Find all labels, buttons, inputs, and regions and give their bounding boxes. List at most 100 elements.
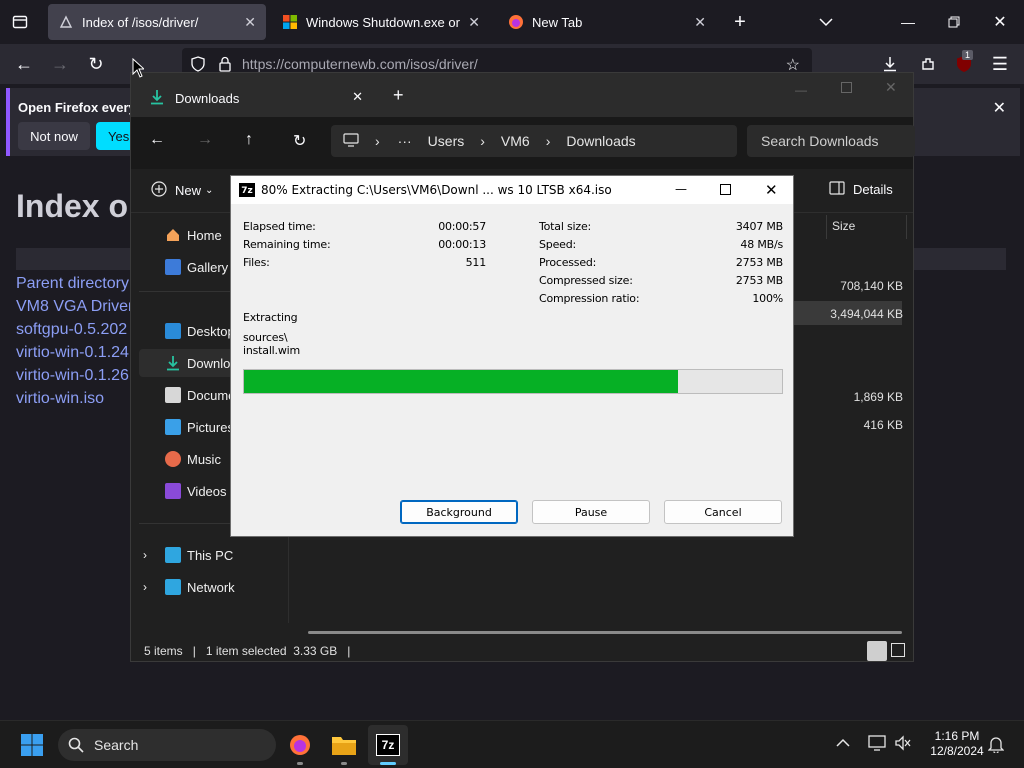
notification-bell-icon[interactable] [987, 735, 1005, 756]
address-bar[interactable]: › ··· Users › VM6 › Downloads [331, 125, 737, 157]
notification-text: Open Firefox every [18, 100, 136, 115]
breadcrumb-users[interactable]: Users [428, 133, 465, 149]
file-link[interactable]: VM8 VGA Driver [16, 295, 133, 318]
clock-date: 12/8/2024 [930, 744, 984, 758]
file-link[interactable]: virtio-win.iso [16, 387, 133, 410]
close-tab-icon[interactable]: ✕ [352, 89, 363, 105]
sidebar-label: Music [187, 451, 221, 467]
compression-ratio-label: Compression ratio: [539, 292, 640, 305]
taskbar-firefox[interactable] [280, 725, 320, 765]
clock-time: 1:16 PM [934, 729, 980, 743]
extraction-progress-bar [243, 369, 783, 394]
file-link[interactable]: softgpu-0.5.202 [16, 318, 133, 341]
clock[interactable]: 1:16 PM 12/8/2024 [920, 729, 994, 759]
ublock-icon[interactable]: 1 [948, 44, 980, 84]
explorer-tab-downloads[interactable]: Downloads ✕ [139, 79, 377, 117]
cancel-button[interactable]: Cancel [664, 500, 782, 524]
details-pane-icon [829, 181, 845, 198]
tab-index-of-isos-driver[interactable]: Index of /isos/driver/ ✕ [48, 4, 266, 40]
minimize-button[interactable]: — [795, 83, 807, 97]
list-all-tabs-icon[interactable] [810, 4, 842, 40]
firefox-icon [508, 14, 524, 30]
reload-icon[interactable]: ↻ [80, 44, 112, 84]
processed-label: Processed: [539, 256, 597, 269]
file-link[interactable]: virtio-win-0.1.26 [16, 364, 133, 387]
close-notification-icon[interactable]: ✕ [993, 98, 1006, 118]
search-input[interactable]: Search Downloads [747, 125, 915, 157]
file-link[interactable]: virtio-win-0.1.24 [16, 341, 133, 364]
close-icon[interactable]: ✕ [694, 14, 706, 31]
pause-button[interactable]: Pause [532, 500, 650, 524]
network-status-icon[interactable] [868, 735, 886, 754]
background-button[interactable]: Background [400, 500, 518, 524]
extension-badge: 1 [962, 50, 974, 60]
status-separator: | [347, 644, 351, 658]
chevron-right-icon[interactable]: › [143, 580, 147, 594]
up-icon[interactable]: ↑ [245, 131, 253, 149]
column-divider [826, 215, 827, 239]
sidebar-item-network[interactable]: › Network [139, 573, 285, 601]
current-file: install.wim [243, 344, 300, 357]
sidebar-label: Home [187, 227, 222, 243]
directory-listing: Parent directory VM8 VGA Driver softgpu-… [16, 272, 133, 410]
taskbar: Search 7z 1:16 PM 12/8/2024 [0, 720, 1024, 768]
close-button[interactable]: ✕ [765, 181, 778, 199]
forward-icon[interactable]: → [197, 131, 213, 149]
active-indicator [380, 762, 396, 765]
more-icon[interactable]: ··· [398, 133, 412, 149]
taskbar-search-box[interactable]: Search [58, 729, 276, 761]
extensions-icon[interactable] [912, 44, 944, 84]
breadcrumb-vm6[interactable]: VM6 [501, 133, 530, 149]
desktop-icon [165, 323, 181, 339]
refresh-icon[interactable]: ↻ [293, 131, 306, 151]
minimize-button[interactable]: — [892, 4, 924, 40]
sidebar-label: This PC [187, 547, 234, 563]
chevron-right-icon[interactable]: › [143, 548, 147, 562]
tab-new-tab[interactable]: New Tab ✕ [498, 4, 716, 40]
monitor-icon [343, 132, 359, 150]
size-column-header[interactable]: Size [832, 219, 855, 233]
elapsed-time-label: Elapsed time: [243, 220, 316, 233]
maximize-button[interactable] [720, 184, 731, 198]
forward-icon[interactable]: → [44, 44, 76, 84]
taskbar-file-explorer[interactable] [324, 725, 364, 765]
total-size-value: 3407 MB [735, 220, 783, 233]
tiles-view-icon[interactable] [891, 643, 905, 657]
volume-muted-icon[interactable] [894, 735, 912, 754]
tab-windows-shutdown[interactable]: Windows Shutdown.exe or shut ✕ [272, 4, 490, 40]
7zip-icon: 7z [376, 734, 400, 756]
chevron-down-icon: ⌄ [205, 185, 214, 196]
back-icon[interactable]: ← [8, 44, 40, 84]
downloads-icon [165, 355, 181, 371]
details-view-icon[interactable] [867, 641, 887, 661]
sidebar-item-this-pc[interactable]: › This PC [139, 541, 285, 569]
chevron-up-icon[interactable] [836, 735, 850, 751]
tab-title: Index of /isos/driver/ [82, 14, 199, 30]
new-tab-button[interactable]: + [393, 85, 404, 106]
breadcrumb-downloads[interactable]: Downloads [566, 133, 635, 149]
horizontal-scrollbar[interactable] [308, 631, 902, 634]
new-tab-button[interactable]: + [724, 4, 756, 40]
taskbar-7zip[interactable]: 7z [368, 725, 408, 765]
file-size: 3,494,044 KB [830, 307, 903, 321]
parent-directory-link[interactable]: Parent directory [16, 272, 133, 295]
firefox-view-icon[interactable] [4, 4, 36, 40]
details-button[interactable]: Details [829, 181, 893, 198]
close-window-button[interactable]: ✕ [885, 79, 897, 96]
restore-button[interactable] [938, 4, 970, 40]
file-size: 416 KB [863, 418, 903, 432]
not-now-button[interactable]: Not now [18, 122, 90, 150]
new-button[interactable]: New ⌄ [151, 181, 213, 200]
item-count: 5 items [144, 644, 183, 658]
back-icon[interactable]: ← [149, 131, 165, 149]
close-icon[interactable]: ✕ [244, 14, 256, 31]
windows-logo-icon [282, 14, 298, 30]
close-window-button[interactable]: ✕ [984, 4, 1016, 40]
close-icon[interactable]: ✕ [468, 14, 480, 31]
maximize-button[interactable] [841, 81, 852, 96]
explorer-tab-title: Downloads [175, 90, 240, 106]
chevron-right-icon: › [480, 133, 485, 149]
start-button[interactable] [12, 725, 52, 765]
menu-icon[interactable]: ☰ [984, 44, 1016, 84]
minimize-button[interactable]: — [675, 182, 687, 196]
